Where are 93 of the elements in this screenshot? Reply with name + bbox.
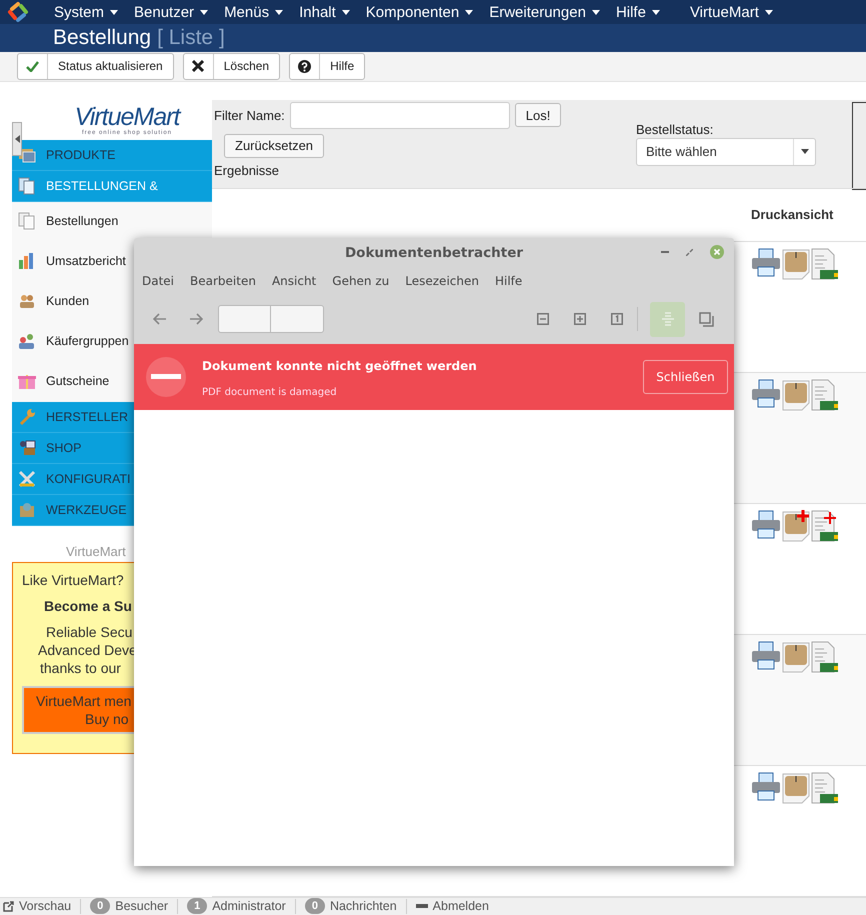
- close-icon[interactable]: [710, 245, 724, 259]
- caret-icon: [652, 10, 660, 14]
- printer-icon[interactable]: [751, 510, 781, 540]
- people-icon: [18, 292, 36, 310]
- person-briefcase-icon: [18, 438, 36, 457]
- promo-text: Reliable Secu: [45, 622, 134, 641]
- printer-icon[interactable]: [751, 772, 781, 802]
- people-icon: [18, 332, 36, 350]
- joomla-logo-icon[interactable]: [6, 0, 30, 24]
- page-title: Bestellung: [53, 26, 152, 50]
- invoice-icon[interactable]: [811, 248, 839, 280]
- results-label: Ergebnisse: [214, 162, 280, 178]
- documents-icon: [18, 212, 36, 230]
- menu-item[interactable]: Gehen zu: [332, 274, 390, 288]
- invoice-icon[interactable]: [811, 640, 839, 673]
- menu-item[interactable]: Menüs: [216, 4, 292, 20]
- menu-item[interactable]: Lesezeichen: [405, 274, 479, 288]
- reset-button[interactable]: Zurücksetzen: [224, 134, 324, 158]
- package-icon[interactable]: [782, 378, 810, 411]
- printer-icon[interactable]: [751, 378, 781, 409]
- check-icon: [26, 60, 39, 72]
- invoice-icon[interactable]: [811, 378, 839, 411]
- menu-item[interactable]: Ansicht: [272, 274, 316, 288]
- package-icon[interactable]: [782, 248, 810, 280]
- collapse-handle[interactable]: [12, 122, 22, 156]
- caret-icon: [465, 10, 474, 14]
- go-button[interactable]: Los!: [514, 103, 562, 128]
- bar-chart-icon: [18, 252, 36, 270]
- close-icon: [192, 60, 204, 72]
- invoice-icon[interactable]: [811, 772, 839, 804]
- status-link[interactable]: Abmelden: [416, 899, 498, 914]
- back-arrow-icon: [153, 313, 167, 325]
- caret-icon: [200, 10, 208, 14]
- menu-item[interactable]: VirtueMart: [682, 4, 781, 20]
- printer-icon[interactable]: [751, 248, 781, 278]
- status-link[interactable]: 0 Besucher: [90, 898, 178, 914]
- error-icon: [146, 357, 186, 397]
- toolbar-button[interactable]: Status aktualisieren: [17, 52, 174, 80]
- promo-heading: Become a Su: [43, 598, 133, 614]
- menu-item[interactable]: Inhalt: [291, 4, 358, 20]
- help-icon: [298, 60, 312, 73]
- promo-intro: Like VirtueMart?: [22, 570, 125, 589]
- tools-icon: [18, 470, 36, 488]
- logo-text: VirtueMart: [74, 104, 180, 130]
- filter-input[interactable]: [290, 102, 510, 129]
- sidebar-item[interactable]: Bestellungen: [12, 202, 212, 242]
- caret-icon: [14, 134, 20, 143]
- menu-item[interactable]: Hilfe: [608, 4, 668, 20]
- menu-item[interactable]: Erweiterungen: [481, 4, 608, 20]
- status-link[interactable]: 0 Nachrichten: [304, 898, 406, 914]
- menu-item[interactable]: Hilfe: [494, 274, 522, 288]
- sidebar-section[interactable]: PRODUKTE: [12, 140, 212, 171]
- dual-page-icon: [698, 312, 714, 326]
- zoom-out-icon: [537, 313, 549, 325]
- menu-item[interactable]: System: [46, 4, 126, 20]
- caret-icon: [275, 10, 284, 14]
- printer-icon[interactable]: [751, 640, 781, 671]
- invoice-add-icon[interactable]: [811, 510, 839, 542]
- status-label: Bestellstatus:: [636, 122, 714, 137]
- status-select[interactable]: Bitte wählen: [636, 138, 816, 166]
- version-text: VirtueMart: [65, 544, 127, 559]
- documents-icon: [18, 176, 36, 195]
- restore-icon[interactable]: [686, 248, 693, 256]
- caret-icon: [342, 10, 350, 14]
- fit-page-icon: [611, 313, 623, 325]
- menu-item[interactable]: Komponenten: [358, 4, 482, 20]
- column-header: Druckansicht: [751, 207, 834, 222]
- gift-icon: [18, 372, 36, 390]
- continuous-pages-icon: [662, 311, 674, 327]
- status-link[interactable]: Vorschau: [3, 899, 80, 914]
- page-field[interactable]: [218, 305, 324, 333]
- caret-icon: [110, 10, 118, 14]
- close-button[interactable]: Schließen: [643, 360, 728, 394]
- toolbar-button[interactable]: Löschen: [182, 52, 280, 80]
- caret-icon: [764, 10, 773, 14]
- package-add-icon[interactable]: [782, 510, 810, 542]
- external-link-icon: [3, 900, 14, 912]
- status-link[interactable]: 1 Administrator: [187, 898, 295, 914]
- wrench-icon: [18, 408, 36, 426]
- window-title: Dokumentenbetrachter: [344, 245, 524, 261]
- caret-icon: [800, 149, 808, 154]
- minus-icon: [416, 904, 428, 908]
- caret-icon: [592, 10, 600, 14]
- package-icon[interactable]: [782, 640, 810, 673]
- box-icon: [18, 500, 36, 519]
- toolbar-button[interactable]: Hilfe: [289, 52, 366, 80]
- forward-arrow-icon: [189, 313, 203, 325]
- filter-label: Filter Name:: [214, 108, 285, 123]
- promo-text: thanks to our: [39, 658, 122, 677]
- menu-item[interactable]: Benutzer: [126, 4, 216, 20]
- package-icon[interactable]: [782, 772, 810, 804]
- page-subtitle: [ Liste ]: [157, 26, 225, 50]
- zoom-in-icon: [574, 313, 586, 325]
